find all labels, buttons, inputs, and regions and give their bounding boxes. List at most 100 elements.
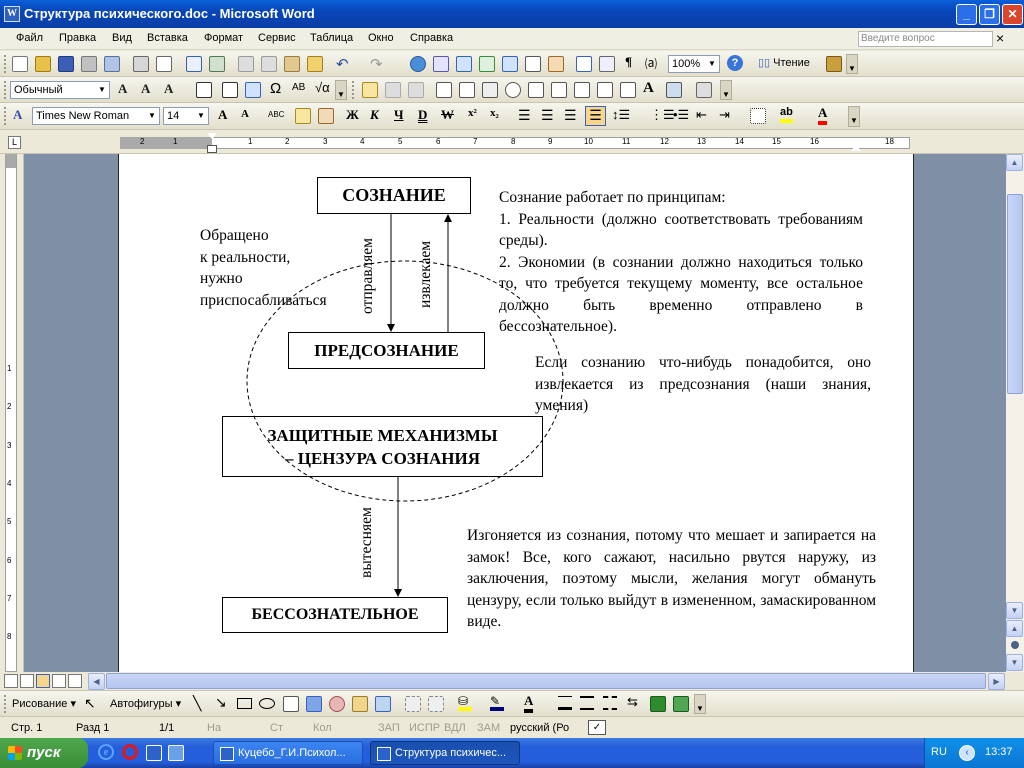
- drawing-font-color-icon[interactable]: A: [524, 693, 534, 713]
- word-app-icon[interactable]: W: [4, 6, 20, 22]
- thumbnails-icon[interactable]: [599, 56, 615, 72]
- line-tool-icon[interactable]: ╲: [193, 695, 201, 712]
- toolbar-grip[interactable]: [4, 107, 7, 125]
- 3d-style-icon[interactable]: [673, 696, 689, 712]
- autoshapes-menu-button[interactable]: Автофигуры ▾: [110, 697, 181, 710]
- checkbox-control-icon[interactable]: [436, 82, 452, 98]
- menu-format[interactable]: Формат: [204, 32, 243, 44]
- grow-font-icon[interactable]: A: [118, 81, 127, 97]
- document-page[interactable]: СОЗНАНИЕ ПРЕДСОЗНАНИЕ ЗАЩИТНЫЕ МЕХАНИЗМЫ…: [118, 154, 914, 672]
- align-right-icon[interactable]: ☰: [564, 107, 577, 124]
- toolbar-options-chevron-icon[interactable]: ▼: [694, 694, 706, 714]
- box-preconscious[interactable]: ПРЕДСОЗНАНИЕ: [288, 332, 485, 369]
- increase-indent-icon[interactable]: ⇥: [719, 107, 730, 123]
- research-pane-icon[interactable]: [826, 56, 842, 72]
- eraser-icon[interactable]: [318, 108, 334, 124]
- arrow-style-icon[interactable]: ⇆: [627, 694, 638, 710]
- toolbar-options-chevron-icon[interactable]: ▼: [720, 80, 732, 100]
- bulleted-list-icon[interactable]: •☰: [673, 107, 689, 123]
- minimize-button[interactable]: _: [956, 4, 977, 25]
- language-indicator[interactable]: RU: [931, 746, 947, 758]
- left-indent-marker[interactable]: [207, 145, 217, 153]
- form-field-icon[interactable]: [385, 82, 401, 98]
- browse-object-icon[interactable]: [1011, 641, 1019, 649]
- oval-tool-icon[interactable]: [259, 698, 275, 709]
- superscript-icon[interactable]: x²: [468, 107, 477, 119]
- print-icon[interactable]: [133, 56, 149, 72]
- status-ovr[interactable]: ЗАМ: [477, 722, 500, 734]
- superscript-ab-icon[interactable]: AB: [292, 82, 305, 93]
- redo-icon[interactable]: ↷: [370, 55, 383, 73]
- highlight-color-icon[interactable]: ab: [780, 106, 793, 123]
- numbered-list-icon[interactable]: ⋮☰: [650, 107, 675, 123]
- spell-abc-icon[interactable]: ABC: [268, 110, 284, 119]
- underline-button[interactable]: Ч: [394, 107, 404, 123]
- menu-tools[interactable]: Сервис: [258, 32, 296, 44]
- insert-table-icon[interactable]: [456, 56, 472, 72]
- line-style-icon[interactable]: [558, 696, 572, 710]
- line-color-icon[interactable]: ✎: [490, 694, 504, 711]
- show-formatting-icon[interactable]: ¶: [625, 54, 632, 70]
- toolbar-options-chevron-icon[interactable]: ▼: [335, 80, 347, 100]
- justify-icon[interactable]: ☰: [585, 106, 606, 126]
- align-left-icon[interactable]: ☰: [518, 107, 531, 124]
- previous-page-button[interactable]: ▲: [1006, 620, 1023, 637]
- scrollbar-control-icon[interactable]: [620, 82, 636, 98]
- start-button[interactable]: пуск: [0, 738, 88, 768]
- fill-color-icon[interactable]: ⛁: [458, 694, 472, 711]
- page-border-icon[interactable]: [222, 82, 238, 98]
- reading-icon[interactable]: ⒜: [645, 55, 657, 72]
- taskbar-item-2-active[interactable]: Структура психичес...: [370, 741, 520, 765]
- symbol-omega-icon[interactable]: Ω: [270, 80, 281, 97]
- hyperlink-icon[interactable]: [410, 56, 426, 72]
- text-columns-icon[interactable]: [525, 56, 541, 72]
- first-line-indent-marker[interactable]: [207, 133, 217, 139]
- image-control-icon[interactable]: [666, 82, 682, 98]
- insert-excel-icon[interactable]: [479, 56, 495, 72]
- word-quicklaunch-icon[interactable]: [146, 745, 162, 761]
- menu-insert[interactable]: Вставка: [147, 32, 188, 44]
- columns-icon[interactable]: [502, 56, 518, 72]
- more-controls-icon[interactable]: [696, 82, 712, 98]
- show-desktop-icon[interactable]: [168, 745, 184, 761]
- normal-view-icon[interactable]: [4, 674, 18, 688]
- shrink-font-icon[interactable]: A: [141, 81, 150, 97]
- edit-pen-icon[interactable]: [362, 82, 378, 98]
- scroll-left-button[interactable]: ◀: [88, 673, 105, 690]
- print-layout-icon[interactable]: [36, 674, 50, 688]
- textbox-tool-icon[interactable]: [283, 696, 299, 712]
- wordart-icon[interactable]: [306, 696, 322, 712]
- toolbar-options-chevron-icon[interactable]: ▼: [846, 54, 858, 74]
- strikethrough-button[interactable]: W: [441, 107, 454, 123]
- close-document-icon[interactable]: ×: [996, 30, 1004, 46]
- read-mode-button[interactable]: ▯▯ Чтение: [758, 56, 810, 69]
- rotate-icon[interactable]: [428, 696, 444, 712]
- email-icon[interactable]: [104, 56, 120, 72]
- paste-icon[interactable]: [284, 56, 300, 72]
- scroll-right-button[interactable]: ▶: [988, 673, 1005, 690]
- highlight-pen-icon[interactable]: [295, 108, 311, 124]
- decrease-indent-icon[interactable]: ⇤: [696, 107, 707, 123]
- next-page-button[interactable]: ▼: [1006, 654, 1023, 671]
- font-icon[interactable]: A: [164, 81, 173, 97]
- spelling-status-icon[interactable]: ✓: [588, 720, 606, 735]
- italic-button[interactable]: К: [370, 107, 379, 123]
- print-preview-icon[interactable]: [156, 56, 172, 72]
- font-name-select[interactable]: Times New Roman ▼: [32, 107, 160, 125]
- textbox-control-icon[interactable]: [459, 82, 475, 98]
- cut-icon[interactable]: [238, 56, 254, 72]
- bold-button[interactable]: Ж: [346, 107, 359, 123]
- outline-view-icon[interactable]: [52, 674, 66, 688]
- equation-icon[interactable]: √α: [315, 80, 330, 95]
- borders-icon[interactable]: [750, 108, 766, 124]
- status-rec[interactable]: ЗАП: [378, 722, 400, 734]
- font-size-select[interactable]: 14 ▼: [163, 107, 209, 125]
- clipart-icon[interactable]: [352, 696, 368, 712]
- status-language[interactable]: русский (Ро: [510, 722, 569, 734]
- tables-borders-icon[interactable]: [433, 56, 449, 72]
- copy-icon[interactable]: [261, 56, 277, 72]
- subscript-icon[interactable]: x₂: [490, 107, 499, 119]
- box-consciousness[interactable]: СОЗНАНИЕ: [317, 177, 471, 214]
- toolbar-grip[interactable]: [4, 55, 7, 73]
- drawing-toggle-icon[interactable]: [548, 56, 564, 72]
